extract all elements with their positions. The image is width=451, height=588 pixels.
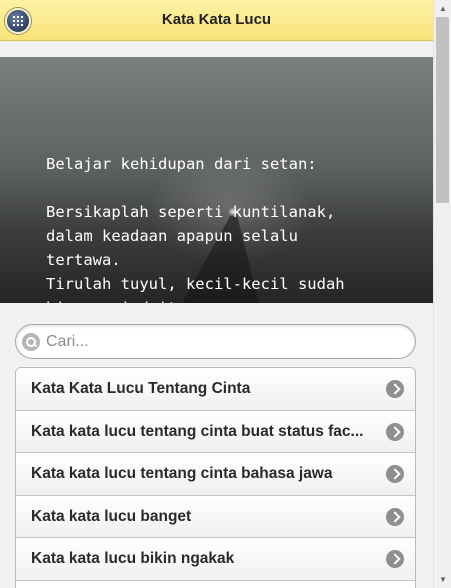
banner-quote-text: Belajar kehidupan dari setan: Bersikapla… xyxy=(46,155,345,303)
list-item[interactable]: Kata kata lucu bikin ngakak xyxy=(16,538,415,581)
quote-banner-image: Belajar kehidupan dari setan: Bersikapla… xyxy=(0,57,433,303)
chevron-right-icon xyxy=(386,422,404,441)
list-item-label: Kata kata lucu bikin ngakak xyxy=(31,550,235,568)
list-item[interactable]: Kata kata lucu tentang cinta bahasa jawa xyxy=(16,453,415,496)
vertical-scrollbar[interactable]: ▲ ▼ xyxy=(433,0,451,588)
list-item[interactable]: Kata kata lucu banget xyxy=(16,495,415,539)
page-title: Kata Kata Lucu xyxy=(161,11,272,28)
app-header: Kata Kata Lucu xyxy=(0,0,433,41)
topic-list: Kata Kata Lucu Tentang Cinta Kata kata l… xyxy=(15,367,416,588)
scroll-up-arrow-icon[interactable]: ▲ xyxy=(434,0,451,17)
list-item-label: Kata Kata Lucu Tentang Cinta xyxy=(31,380,251,397)
chevron-right-icon xyxy=(386,465,404,484)
list-item-label: Kata kata lucu tentang cinta buat status… xyxy=(31,422,364,440)
chevron-right-icon xyxy=(386,507,404,526)
chevron-right-icon xyxy=(386,550,404,569)
search-icon xyxy=(22,333,40,351)
chevron-right-icon xyxy=(386,380,404,398)
scroll-down-arrow-icon[interactable]: ▼ xyxy=(434,571,451,588)
list-item-label: Kata kata lucu banget xyxy=(31,507,192,525)
scrollbar-thumb[interactable] xyxy=(436,17,449,203)
list-item-label: Kata kata lucu tentang cinta bahasa jawa xyxy=(31,465,333,483)
list-item[interactable]: Kata Kata Lucu Tentang Cinta xyxy=(16,368,415,411)
list-item[interactable]: Kata kata lucu tentang cinta buat status… xyxy=(16,410,415,454)
search-bar[interactable] xyxy=(15,324,416,359)
search-input[interactable] xyxy=(46,331,406,353)
